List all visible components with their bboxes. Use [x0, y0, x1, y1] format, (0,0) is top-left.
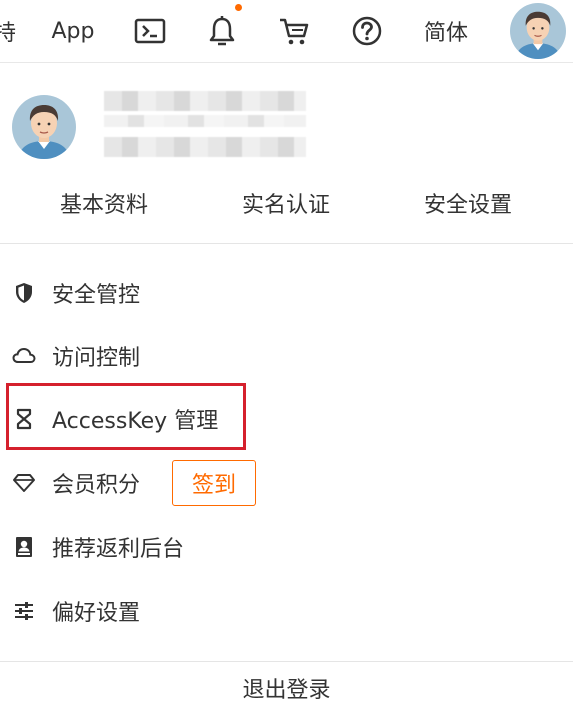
divider: [0, 661, 573, 662]
user-menu-panel: 基本资料 实名认证 安全设置 安全管控 访问控制 AccessKey 管理 会员…: [0, 62, 573, 706]
terminal-icon: [134, 18, 166, 44]
terminal-button[interactable]: [132, 0, 168, 62]
tab-basic-info[interactable]: 基本资料: [52, 183, 156, 223]
app-link[interactable]: App: [50, 0, 96, 62]
signin-button[interactable]: 签到: [172, 460, 256, 506]
menu-item-label: 访问控制: [52, 346, 141, 371]
notification-dot: [235, 4, 242, 11]
cart-button[interactable]: [276, 0, 312, 62]
menu-item-referral-rebate[interactable]: 推荐返利后台: [0, 519, 573, 575]
help-icon: [352, 16, 382, 46]
logout-button[interactable]: 退出登录: [0, 669, 573, 707]
portrait-card-icon: [12, 535, 36, 559]
redacted-username: [104, 91, 306, 111]
menu-item-access-control[interactable]: 访问控制: [0, 328, 573, 384]
redacted-account-id: [104, 137, 306, 157]
menu-item-member-points[interactable]: 会员积分: [0, 455, 573, 511]
cloud-icon: [12, 344, 36, 368]
menu-item-label: 偏好设置: [52, 601, 141, 626]
notifications-button[interactable]: [204, 0, 242, 62]
help-button[interactable]: [349, 0, 385, 62]
annotation-highlight-box: [6, 383, 246, 450]
shield-icon: [12, 281, 36, 305]
menu-item-label: 推荐返利后台: [52, 537, 185, 562]
truncated-nav-label[interactable]: 持: [0, 0, 16, 62]
divider: [0, 243, 573, 244]
diamond-icon: [12, 471, 36, 495]
profile-avatar[interactable]: [12, 95, 76, 159]
cart-icon: [280, 18, 309, 45]
top-bar: 持 App 简体: [0, 0, 573, 62]
bell-icon: [209, 16, 235, 46]
language-switch[interactable]: 简体: [420, 0, 472, 62]
tab-real-name-verification[interactable]: 实名认证: [234, 183, 338, 223]
redacted-detail: [104, 115, 306, 127]
avatar: [12, 95, 76, 159]
menu-item-label: 安全管控: [52, 283, 141, 308]
menu-item-label: 会员积分: [52, 473, 141, 498]
tab-security-settings[interactable]: 安全设置: [416, 183, 520, 223]
menu-item-security-control[interactable]: 安全管控: [0, 265, 573, 321]
avatar: [510, 3, 566, 59]
profile-tabs: 基本资料 实名认证 安全设置: [0, 183, 573, 223]
sliders-icon: [12, 599, 36, 623]
user-avatar-button[interactable]: [509, 0, 567, 62]
menu-item-preferences[interactable]: 偏好设置: [0, 583, 573, 639]
